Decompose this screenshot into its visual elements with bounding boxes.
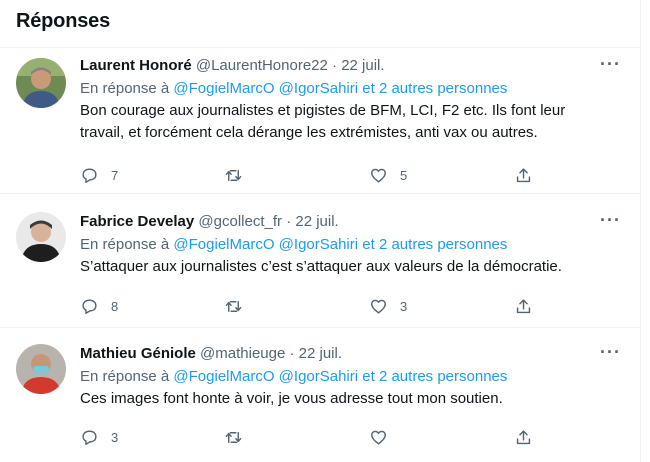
reply-icon xyxy=(82,429,97,445)
mention-link[interactable]: @FogielMarcO xyxy=(173,80,274,97)
like-button[interactable]: 5 xyxy=(369,163,407,187)
avatar[interactable] xyxy=(16,212,66,262)
replies-header: Réponses xyxy=(0,0,640,48)
reply-tweet[interactable]: Laurent Honoré @LaurentHonore22 · 22 jui… xyxy=(0,48,641,194)
share-button[interactable] xyxy=(514,425,533,449)
tweet-date[interactable]: 22 juil. xyxy=(341,57,384,74)
tweet-header: Fabrice Develay @gcollect_fr · 22 juil. xyxy=(80,212,625,232)
heart-icon xyxy=(371,430,386,445)
mention-link[interactable]: @IgorSahiri xyxy=(279,236,358,253)
share-icon xyxy=(516,298,531,313)
tweet-date[interactable]: 22 juil. xyxy=(299,345,342,362)
tweet-text-line: Ces images font honte à voir, je vous ad… xyxy=(80,390,503,407)
others-link[interactable]: et 2 autres personnes xyxy=(362,236,507,253)
separator-dot: · xyxy=(289,345,295,362)
tweet-text: S’attaquer aux journalistes c’est s’atta… xyxy=(80,256,625,278)
tweet-date[interactable]: 22 juil. xyxy=(295,213,338,230)
reply-prefix: En réponse à xyxy=(80,236,170,253)
tweet-header: Mathieu Géniole @mathieuge · 22 juil. xyxy=(80,344,625,364)
others-link[interactable]: et 2 autres personnes xyxy=(362,80,507,97)
tweet-header: Laurent Honoré @LaurentHonore22 · 22 jui… xyxy=(80,56,625,76)
like-button[interactable] xyxy=(369,425,400,449)
tweet-content: Fabrice Develay @gcollect_fr · 22 juil. … xyxy=(80,212,625,278)
reply-count: 7 xyxy=(111,167,119,183)
more-icon[interactable]: ··· xyxy=(600,342,621,363)
more-icon[interactable]: ··· xyxy=(600,54,621,75)
reply-context: En réponse à @FogielMarcO @IgorSahiri et… xyxy=(80,234,625,256)
retweet-icon xyxy=(225,169,242,181)
retweet-icon xyxy=(225,300,242,312)
tweet-text-line: travail, et forcément cela dérange les e… xyxy=(80,124,538,141)
author-handle[interactable]: @LaurentHonore22 xyxy=(196,57,328,74)
mention-link[interactable]: @IgorSahiri xyxy=(279,80,358,97)
author-handle[interactable]: @mathieuge xyxy=(200,345,285,362)
mention-link[interactable]: @FogielMarcO xyxy=(173,368,274,385)
reply-count: 3 xyxy=(111,429,119,445)
share-icon xyxy=(516,167,531,182)
like-count: 3 xyxy=(400,298,408,314)
tweet-actions: 3 xyxy=(80,425,550,449)
retweet-button[interactable] xyxy=(224,294,255,318)
reply-button[interactable]: 7 xyxy=(80,163,118,187)
tweet-text-line: Bon courage aux journalistes et pigistes… xyxy=(80,102,566,119)
reply-button[interactable]: 3 xyxy=(80,425,118,449)
author-name[interactable]: Fabrice Develay xyxy=(80,213,194,230)
avatar[interactable] xyxy=(16,58,66,108)
retweet-icon xyxy=(225,431,242,443)
retweet-button[interactable] xyxy=(224,163,255,187)
reply-context: En réponse à @FogielMarcO @IgorSahiri et… xyxy=(80,78,625,100)
author-name[interactable]: Mathieu Géniole xyxy=(80,345,196,362)
heart-icon xyxy=(371,299,386,314)
heart-icon xyxy=(371,168,386,183)
author-handle[interactable]: @gcollect_fr xyxy=(198,213,282,230)
reply-icon xyxy=(82,298,97,314)
separator-dot: · xyxy=(286,213,292,230)
more-icon[interactable]: ··· xyxy=(600,210,621,231)
mention-link[interactable]: @IgorSahiri xyxy=(279,368,358,385)
tweet-content: Laurent Honoré @LaurentHonore22 · 22 jui… xyxy=(80,56,625,144)
tweet-actions: 7 5 xyxy=(80,163,550,187)
share-button[interactable] xyxy=(514,163,533,187)
reply-prefix: En réponse à xyxy=(80,80,170,97)
avatar[interactable] xyxy=(16,344,66,394)
tweet-content: Mathieu Géniole @mathieuge · 22 juil. En… xyxy=(80,344,625,410)
separator-dot: · xyxy=(332,57,338,74)
tweet-text: Ces images font honte à voir, je vous ad… xyxy=(80,388,625,410)
others-link[interactable]: et 2 autres personnes xyxy=(362,368,507,385)
reply-count: 8 xyxy=(111,298,119,314)
reply-tweet[interactable]: Fabrice Develay @gcollect_fr · 22 juil. … xyxy=(0,194,641,328)
retweet-button[interactable] xyxy=(224,425,255,449)
tweet-text: Bon courage aux journalistes et pigistes… xyxy=(80,100,625,144)
reply-prefix: En réponse à xyxy=(80,368,170,385)
tweet-text-line: S’attaquer aux journalistes c’est s’atta… xyxy=(80,258,562,275)
mention-link[interactable]: @FogielMarcO xyxy=(173,236,274,253)
like-button[interactable]: 3 xyxy=(369,294,407,318)
reply-tweet[interactable]: Mathieu Géniole @mathieuge · 22 juil. En… xyxy=(0,328,641,462)
reply-context: En réponse à @FogielMarcO @IgorSahiri et… xyxy=(80,366,625,388)
reply-button[interactable]: 8 xyxy=(80,294,118,318)
like-count: 5 xyxy=(400,167,408,183)
author-name[interactable]: Laurent Honoré xyxy=(80,57,192,74)
replies-panel: Réponses Laurent Honoré @LaurentHonore22… xyxy=(0,0,641,462)
page-title: Réponses xyxy=(16,10,110,32)
share-button[interactable] xyxy=(514,294,533,318)
share-icon xyxy=(516,429,531,444)
reply-icon xyxy=(82,167,97,183)
tweet-actions: 8 3 xyxy=(80,294,550,318)
